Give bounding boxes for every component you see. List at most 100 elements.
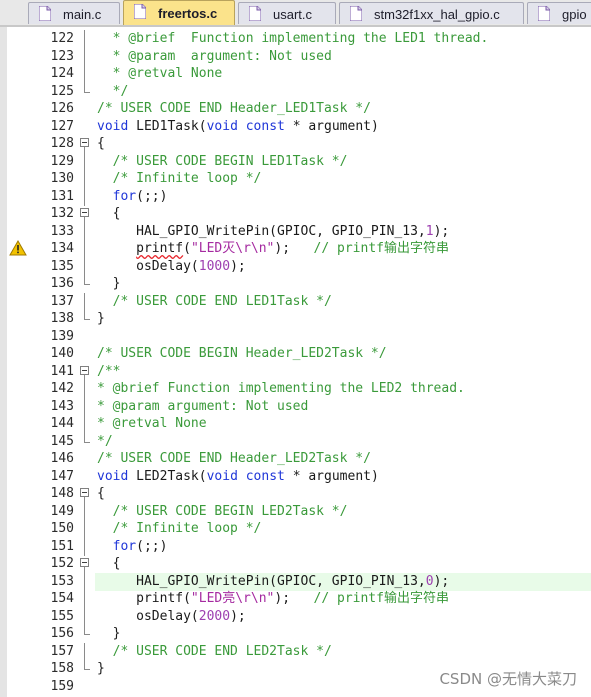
code-text[interactable]: /* USER CODE END LED2Task */ <box>97 643 332 661</box>
code-line[interactable]: 122 * @brief Function implementing the L… <box>0 30 591 48</box>
code-text[interactable]: { <box>97 135 105 153</box>
code-text[interactable]: * @param argument: Not used <box>97 48 332 66</box>
code-text[interactable]: { <box>97 485 105 503</box>
code-text[interactable]: * @retval None <box>97 415 207 433</box>
fold-gutter <box>79 292 90 311</box>
code-text[interactable]: { <box>97 205 121 223</box>
code-line[interactable]: 153 HAL_GPIO_WritePin(GPIOC, GPIO_PIN_13… <box>0 572 591 591</box>
code-line[interactable]: 152 { <box>0 555 591 573</box>
code-text[interactable]: /* USER CODE BEGIN LED2Task */ <box>97 503 348 521</box>
code-line[interactable]: 151 for(;;) <box>0 537 591 556</box>
tab-gpio[interactable]: gpio <box>527 2 591 24</box>
code-line[interactable]: 146 /* USER CODE END Header_LED2Task */ <box>0 450 591 468</box>
line-number: 124 <box>50 66 74 81</box>
code-text[interactable]: /* USER CODE BEGIN LED1Task */ <box>97 153 348 171</box>
line-number: 145 <box>50 433 74 449</box>
code-line[interactable]: 155 osDelay(2000); <box>0 607 591 626</box>
code-text[interactable]: } <box>97 310 105 328</box>
code-line[interactable]: 142 * @brief Function implementing the LE… <box>0 380 591 398</box>
code-line[interactable]: 127 void LED1Task(void const * argument) <box>0 118 591 136</box>
code-line[interactable]: 132 { <box>0 205 591 223</box>
code-text[interactable]: void LED1Task(void const * argument) <box>97 118 379 136</box>
code-text[interactable]: /* USER CODE END Header_LED1Task */ <box>97 100 371 118</box>
code-text[interactable]: /** <box>97 363 120 381</box>
code-text[interactable]: */ <box>97 433 113 451</box>
code-line[interactable]: 126 /* USER CODE END Header_LED1Task */ <box>0 100 591 118</box>
code-editor[interactable]: 122 * @brief Function implementing the L… <box>0 27 591 697</box>
tab-stm32f1xx-hal-gpio-c[interactable]: stm32f1xx_hal_gpio.c <box>339 2 524 24</box>
code-text[interactable]: } <box>97 660 105 678</box>
line-number: 158 <box>50 661 74 676</box>
code-text[interactable]: /* USER CODE END Header_LED2Task */ <box>97 450 371 468</box>
code-line[interactable]: 134 printf("LED灭\r\n"); // printf输出字符串 <box>0 239 591 258</box>
fold-gutter <box>79 625 90 643</box>
code-line[interactable]: 154 printf("LED亮\r\n"); // printf输出字符串 <box>0 590 591 608</box>
code-text[interactable]: /* Infinite loop */ <box>97 520 262 538</box>
tab-usart-c[interactable]: usart.c <box>238 2 336 24</box>
code-text[interactable]: printf("LED亮\r\n"); // printf输出字符串 <box>97 590 449 608</box>
code-line[interactable]: 157 /* USER CODE END LED2Task */ <box>0 642 591 661</box>
code-line[interactable]: 148 { <box>0 485 591 503</box>
code-line[interactable]: 140 /* USER CODE BEGIN Header_LED2Task */ <box>0 345 591 363</box>
fold-gutter <box>79 30 90 48</box>
code-line[interactable]: 144 * @retval None <box>0 415 591 433</box>
code-line[interactable]: 123 * @param argument: Not used <box>0 47 591 66</box>
code-text[interactable]: * @brief Function implementing the LED1 … <box>97 30 489 48</box>
code-line[interactable]: 129 /* USER CODE BEGIN LED1Task */ <box>0 152 591 171</box>
code-line[interactable]: 130 /* Infinite loop */ <box>0 170 591 188</box>
fold-gutter <box>79 328 90 346</box>
code-text[interactable]: * @retval None <box>97 65 223 83</box>
fold-gutter <box>79 607 90 626</box>
code-text[interactable]: /* USER CODE END LED1Task */ <box>97 293 332 311</box>
code-text[interactable]: /* USER CODE BEGIN Header_LED2Task */ <box>97 345 387 363</box>
fold-minus-icon[interactable] <box>79 205 90 223</box>
line-number: 122 <box>50 31 74 46</box>
code-line[interactable]: 156 } <box>0 625 591 643</box>
code-line[interactable]: 147 void LED2Task(void const * argument) <box>0 468 591 486</box>
tab-freertos-c[interactable]: freertos.c <box>123 0 235 25</box>
code-text[interactable]: osDelay(2000); <box>97 608 246 626</box>
code-text[interactable]: * @brief Function implementing the LED2 … <box>97 380 465 398</box>
line-number: 141 <box>50 363 74 379</box>
code-line[interactable]: 149 /* USER CODE BEGIN LED2Task */ <box>0 502 591 521</box>
code-text[interactable]: HAL_GPIO_WritePin(GPIOC, GPIO_PIN_13,0); <box>97 573 449 591</box>
fold-minus-icon[interactable] <box>79 485 90 503</box>
code-text[interactable]: * @param argument: Not used <box>97 398 308 416</box>
code-line[interactable]: 128 { <box>0 135 591 153</box>
code-text[interactable]: */ <box>97 83 129 101</box>
code-line[interactable]: 143 * @param argument: Not used <box>0 397 591 416</box>
code-text[interactable]: osDelay(1000); <box>97 258 246 276</box>
code-line[interactable]: 133 HAL_GPIO_WritePin(GPIOC, GPIO_PIN_13… <box>0 222 591 241</box>
tab-main-c[interactable]: main.c <box>28 2 120 24</box>
line-number: 133 <box>50 223 74 239</box>
line-number: 159 <box>50 678 74 694</box>
fold-minus-icon[interactable] <box>79 555 90 573</box>
code-line[interactable]: 124 * @retval None <box>0 65 591 83</box>
c-file-icon <box>538 6 550 21</box>
code-text[interactable]: /* Infinite loop */ <box>97 170 262 188</box>
code-line[interactable]: 137 /* USER CODE END LED1Task */ <box>0 292 591 311</box>
code-line[interactable]: 145 */ <box>0 432 591 451</box>
code-text[interactable]: for(;;) <box>97 538 168 556</box>
fold-gutter <box>79 82 90 101</box>
code-line[interactable]: 139 <box>0 328 591 346</box>
code-line[interactable]: 135 osDelay(1000); <box>0 257 591 276</box>
code-line[interactable]: 131 for(;;) <box>0 187 591 206</box>
code-text[interactable]: } <box>97 275 121 293</box>
code-text[interactable]: for(;;) <box>97 188 168 206</box>
code-line[interactable]: 138} <box>0 310 591 328</box>
code-line[interactable]: 136 } <box>0 275 591 293</box>
code-text[interactable]: HAL_GPIO_WritePin(GPIOC, GPIO_PIN_13,1); <box>97 223 449 241</box>
code-text[interactable]: printf("LED灭\r\n"); // printf输出字符串 <box>97 240 449 258</box>
fold-minus-icon[interactable] <box>79 135 90 153</box>
code-text[interactable]: } <box>97 625 121 643</box>
code-text[interactable]: void LED2Task(void const * argument) <box>97 468 379 486</box>
code-line[interactable]: 150 /* Infinite loop */ <box>0 520 591 538</box>
line-number: 155 <box>50 608 74 624</box>
line-number: 135 <box>50 258 74 274</box>
code-line[interactable]: 125 */ <box>0 82 591 101</box>
code-line[interactable]: 141 /** <box>0 363 591 381</box>
code-text[interactable]: { <box>97 555 121 573</box>
fold-gutter <box>79 450 90 468</box>
fold-minus-icon[interactable] <box>79 363 90 381</box>
